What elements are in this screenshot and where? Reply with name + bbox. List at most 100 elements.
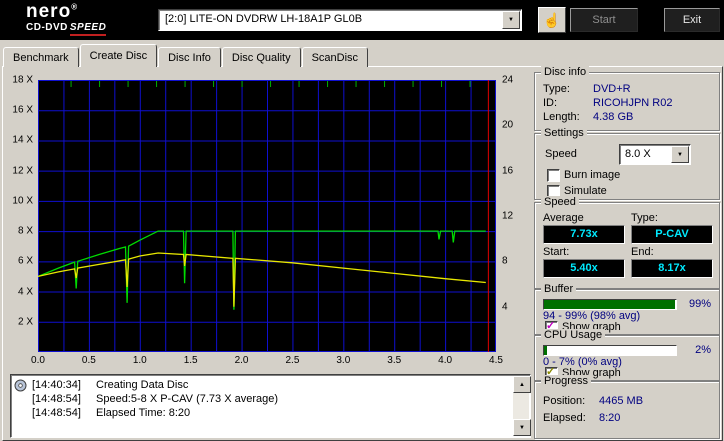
chart-x-axis: 0.0 0.5 1.0 1.5 2.0 2.5 3.0 3.5 4.0 4.5 <box>31 355 503 367</box>
tab-disc-info[interactable]: Disc Info <box>158 47 221 67</box>
position-label: Position: <box>543 395 586 407</box>
axis-tick-label: 4.0 <box>438 355 453 366</box>
log-row: [14:40:34] Creating Data Disc <box>14 378 511 392</box>
disc-id-label: ID: <box>543 97 558 109</box>
group-progress: Progress Position: 4465 MB Elapsed: 8:20 <box>534 375 720 439</box>
average-label: Average <box>543 212 584 224</box>
start-speed-display: 5.40x <box>543 259 625 278</box>
dropdown-arrow-icon[interactable]: ▼ <box>671 146 689 163</box>
app-header: nero® CD-DVD SPEED [2:0] LITE-ON DVDRW LH… <box>0 0 724 40</box>
hand-pointer-button[interactable]: ☝ <box>538 7 566 33</box>
axis-tick-label: 3.5 <box>387 355 402 366</box>
axis-tick-label: 2 X <box>17 316 33 328</box>
cpu-usage-meter <box>543 345 677 356</box>
group-title: CPU Usage <box>541 329 606 341</box>
buffer-level-fill <box>544 300 675 309</box>
tab-label: Disc Quality <box>231 51 291 64</box>
start-button[interactable]: Start <box>570 8 638 32</box>
exit-button[interactable]: Exit <box>664 8 720 32</box>
disc-length-label: Length: <box>543 111 580 123</box>
scroll-down-button[interactable]: ▼ <box>513 419 531 436</box>
group-title: Speed <box>541 196 579 208</box>
logo-product-text: CD-DVD SPEED <box>26 22 107 36</box>
log-scrollbar[interactable]: ▲ ▼ <box>513 376 531 436</box>
logo-cddvd: CD-DVD <box>26 22 68 33</box>
axis-tick-label: 18 X <box>12 74 33 86</box>
log-text: Elapsed Time: 8:20 <box>96 407 191 419</box>
axis-tick-label: 6 X <box>17 255 33 267</box>
group-title: Settings <box>541 127 587 139</box>
hand-pointer-icon: ☝ <box>543 11 561 28</box>
disc-type-label: Type: <box>543 83 570 95</box>
tab-disc-quality[interactable]: Disc Quality <box>221 47 301 67</box>
tab-bar: Benchmark Create Disc Disc Info Disc Qua… <box>3 44 369 67</box>
tab-create-disc[interactable]: Create Disc <box>79 44 158 67</box>
group-disc-info: Disc info Type: DVD+R ID: RICOHJPN R02 L… <box>534 66 720 131</box>
log-row: [14:48:54] Elapsed Time: 8:20 <box>14 406 511 420</box>
end-speed-display: 8.17x <box>631 259 713 278</box>
average-speed-display: 7.73x <box>543 225 625 244</box>
drive-select-value: [2:0] LITE-ON DVDRW LH-18A1P GL0B <box>165 13 363 25</box>
group-title: Disc info <box>541 66 590 78</box>
axis-tick-label: 0.0 <box>31 355 45 366</box>
disc-id-value: RICOHJPN R02 <box>593 97 673 109</box>
axis-tick-label: 4.5 <box>489 355 503 366</box>
start-button-label: Start <box>592 14 616 26</box>
axis-tick-label: 16 X <box>12 104 33 116</box>
axis-tick-label: 2.5 <box>285 355 300 366</box>
disc-icon <box>14 379 27 391</box>
scroll-up-button[interactable]: ▲ <box>513 376 531 393</box>
axis-tick-label: 1.5 <box>183 355 198 366</box>
log-row: [14:48:54] Speed:5-8 X P-CAV (7.73 X ave… <box>14 392 511 406</box>
log-text: Speed:5-8 X P-CAV (7.73 X average) <box>96 393 279 405</box>
log-text: Creating Data Disc <box>96 379 189 391</box>
scroll-down-icon: ▼ <box>519 424 525 431</box>
speed-select-value: 8.0 X <box>625 148 651 160</box>
exit-button-label: Exit <box>682 14 702 26</box>
axis-tick-label: 4 <box>502 301 508 313</box>
axis-tick-label: 3.0 <box>336 355 351 366</box>
disc-length-value: 4.38 GB <box>593 111 634 123</box>
log-time: [14:48:54] <box>32 393 81 405</box>
axis-tick-label: 12 X <box>12 165 33 177</box>
drive-select[interactable]: [2:0] LITE-ON DVDRW LH-18A1P GL0B ▼ <box>158 9 522 31</box>
speed-select[interactable]: 8.0 X ▼ <box>619 144 691 165</box>
group-title: Progress <box>541 375 592 387</box>
tab-label: Disc Info <box>168 51 211 64</box>
axis-tick-label: 1.0 <box>132 355 147 366</box>
axis-tick-label: 8 <box>502 255 508 267</box>
elapsed-label: Elapsed: <box>543 412 586 424</box>
cpu-percent: 2% <box>695 344 711 356</box>
burn-image-label: Burn image <box>564 169 621 181</box>
burn-image-checkbox[interactable] <box>547 169 560 182</box>
log-list: [14:40:34] Creating Data Disc [14:48:54]… <box>14 378 511 435</box>
type-label: Type: <box>631 212 658 224</box>
logo-nero-text: nero® <box>26 2 106 21</box>
axis-tick-label: 12 <box>502 210 514 222</box>
logo-name: nero <box>26 1 72 22</box>
position-value: 4465 MB <box>599 395 644 407</box>
buffer-level-meter <box>543 299 677 310</box>
axis-tick-label: 24 <box>502 74 514 86</box>
log-time: [14:48:54] <box>32 407 81 419</box>
dropdown-arrow-icon[interactable]: ▼ <box>502 11 520 29</box>
chart-right-axis: 24 20 16 12 8 4 <box>500 75 524 352</box>
axis-tick-label: 14 X <box>12 134 33 146</box>
tab-scandisc[interactable]: ScanDisc <box>301 47 369 67</box>
group-title: Buffer <box>541 283 577 295</box>
tab-label: ScanDisc <box>311 51 359 64</box>
chart-left-axis: 18 X 16 X 14 X 12 X 10 X 8 X 6 X 4 X 2 X <box>2 75 35 352</box>
axis-tick-label: 4 X <box>17 286 33 298</box>
log-panel: [14:40:34] Creating Data Disc [14:48:54]… <box>10 374 531 438</box>
app-window: nero® CD-DVD SPEED [2:0] LITE-ON DVDRW LH… <box>0 0 724 441</box>
scroll-up-icon: ▲ <box>519 381 525 388</box>
speed-chart <box>38 80 496 352</box>
end-label: End: <box>631 246 654 258</box>
scrollbar-track[interactable] <box>513 391 529 421</box>
tab-benchmark[interactable]: Benchmark <box>3 47 79 67</box>
disc-type-value: DVD+R <box>593 83 631 95</box>
tab-label: Create Disc <box>89 50 148 62</box>
axis-tick-label: 16 <box>502 165 514 177</box>
buffer-percent: 99% <box>688 298 711 310</box>
axis-tick-label: 20 <box>502 119 514 131</box>
